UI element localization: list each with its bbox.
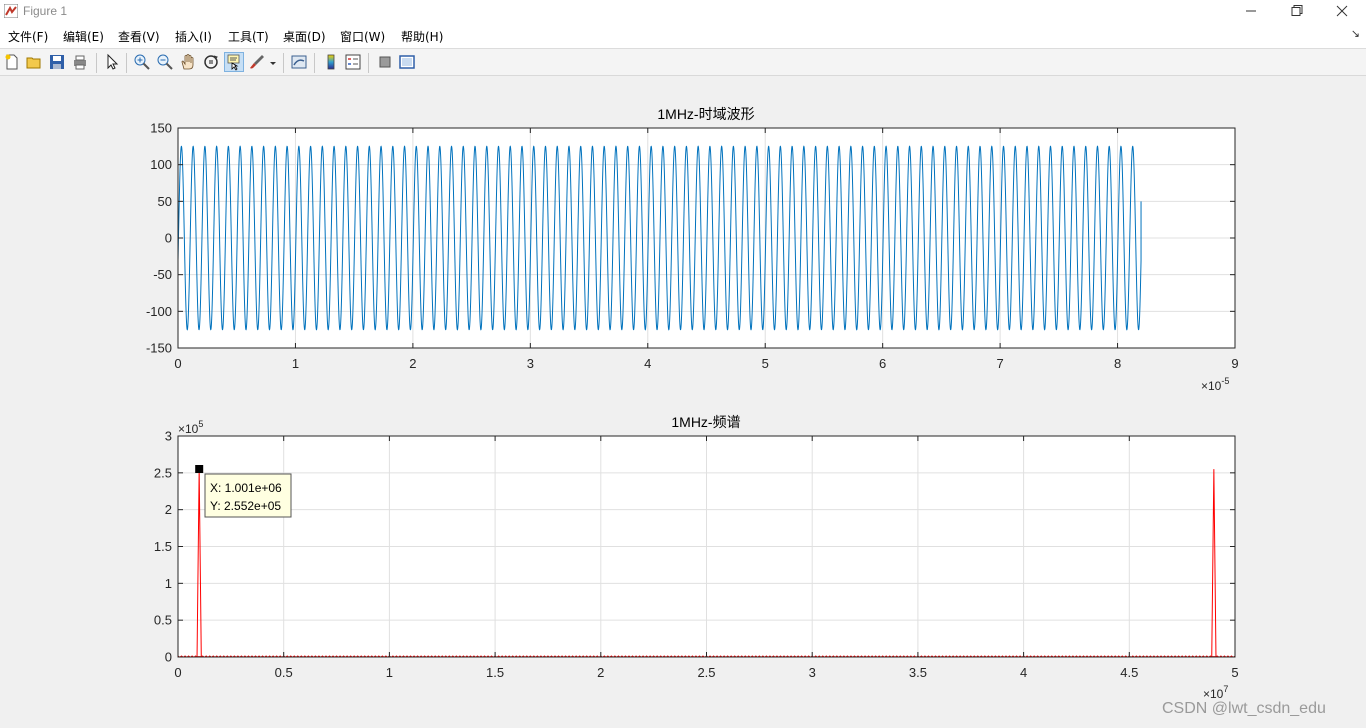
window-titlebar: Figure 1 <box>0 0 1366 24</box>
x-tick-label: 2 <box>597 665 604 680</box>
zoom-in-icon[interactable] <box>133 53 151 71</box>
save-icon[interactable] <box>48 53 66 71</box>
restore-icon <box>1291 5 1303 16</box>
colorbar-icon[interactable] <box>322 53 340 71</box>
menu-tools[interactable]: 工具(T) <box>228 28 269 45</box>
y-tick-label: 0.5 <box>154 613 172 628</box>
window-title: Figure 1 <box>23 4 68 18</box>
pan-hand-icon[interactable] <box>179 53 197 71</box>
toolbar-separator <box>96 53 97 73</box>
x-tick-label: 1 <box>386 665 393 680</box>
figure-toolbar <box>0 48 1366 76</box>
x-tick-label: 4.5 <box>1120 665 1138 680</box>
x-tick-label: 2 <box>409 356 416 371</box>
menu-overflow-arrow-icon[interactable]: ↘ <box>1351 27 1360 40</box>
x-tick-label: 6 <box>879 356 886 371</box>
menu-help[interactable]: 帮助(H) <box>401 28 443 45</box>
menu-view[interactable]: 查看(V) <box>118 28 160 45</box>
y-tick-label: 100 <box>150 157 172 172</box>
y-tick-label: -100 <box>146 304 172 319</box>
y-tick-label: 2.5 <box>154 465 172 480</box>
brush-dropdown-icon[interactable] <box>268 53 278 71</box>
y-tick-label: 0 <box>165 231 172 246</box>
x-tick-label: 3.5 <box>909 665 927 680</box>
y-tick-label: 1.5 <box>154 539 172 554</box>
x-tick-label: 5 <box>762 356 769 371</box>
new-figure-icon[interactable] <box>3 53 21 71</box>
print-icon[interactable] <box>71 53 89 71</box>
y-tick-label: -150 <box>146 341 172 356</box>
menu-insert[interactable]: 插入(I) <box>175 28 212 45</box>
pointer-icon[interactable] <box>103 53 121 71</box>
x-tick-label: 4 <box>644 356 651 371</box>
plot2-y-exponent: 5 <box>198 419 203 429</box>
matlab-app-icon <box>4 4 18 18</box>
open-file-icon[interactable] <box>25 53 43 71</box>
y-tick-label: 1 <box>165 576 172 591</box>
y-tick-label: 3 <box>165 429 172 444</box>
plot2-title: 1MHz-频谱 <box>671 414 740 430</box>
y-tick-label: 0 <box>165 650 172 665</box>
minimize-button[interactable] <box>1228 0 1274 24</box>
x-tick-label: 1 <box>292 356 299 371</box>
x-tick-label: 3 <box>809 665 816 680</box>
x-tick-label: 4 <box>1020 665 1027 680</box>
menu-bar: 文件(F) 编辑(E) 查看(V) 插入(I) 工具(T) 桌面(D) 窗口(W… <box>0 24 1366 48</box>
plot2-x-multiplier: ×107 <box>1203 684 1228 701</box>
datatip-x-label: X: 1.001e+06 <box>210 481 282 495</box>
y-tick-label: 2 <box>165 502 172 517</box>
menu-file[interactable]: 文件(F) <box>8 28 48 45</box>
x-tick-label: 2.5 <box>697 665 715 680</box>
x-tick-label: 1.5 <box>486 665 504 680</box>
y-tick-label: 150 <box>150 121 172 136</box>
time-domain-axes[interactable]: 0 1 2 3 4 5 6 7 8 9 150 100 50 0 -50 -100 -150 1MHz-时域波形… <box>146 106 1239 393</box>
close-icon <box>1336 5 1348 17</box>
y-tick-label: 50 <box>158 194 172 209</box>
menu-window[interactable]: 窗口(W) <box>340 28 385 45</box>
x-tick-label: 3 <box>527 356 534 371</box>
toolbar-separator <box>126 53 127 73</box>
brush-icon[interactable] <box>248 53 266 71</box>
y-tick-label: -50 <box>153 267 172 282</box>
x-tick-label: 0 <box>174 665 181 680</box>
spectrum-axes[interactable]: 0 0.5 1 1.5 2 2.5 3 3.5 4 4.5 5 3 2.5 2 1.5 1 0.5 0 1MHz-… <box>154 414 1239 701</box>
toolbar-separator <box>314 53 315 73</box>
minimize-icon <box>1246 10 1256 12</box>
datatip-marker[interactable] <box>195 465 204 473</box>
legend-icon[interactable] <box>344 53 362 71</box>
link-plot-icon[interactable] <box>290 53 308 71</box>
show-plot-tools-icon[interactable] <box>398 53 416 71</box>
figure-canvas: 0 1 2 3 4 5 6 7 8 9150100500-50-100-150 1MHz-时域波形… <box>146 106 1239 701</box>
menu-edit[interactable]: 编辑(E) <box>63 28 104 45</box>
hide-plot-tools-icon[interactable] <box>376 53 394 71</box>
toolbar-separator <box>368 53 369 73</box>
menu-desktop[interactable]: 桌面(D) <box>283 28 326 45</box>
rotate-3d-icon[interactable] <box>202 53 220 71</box>
datatip-y-label: Y: 2.552e+05 <box>210 499 281 513</box>
x-tick-label: 9 <box>1231 356 1238 371</box>
plot2-x-exponent: 7 <box>1223 684 1228 694</box>
zoom-out-icon[interactable] <box>156 53 174 71</box>
x-tick-label: 0 <box>174 356 181 371</box>
watermark-text: CSDN @lwt_csdn_edu <box>1162 700 1326 717</box>
toolbar-separator <box>283 53 284 73</box>
restore-button[interactable] <box>1274 0 1320 24</box>
data-cursor-icon[interactable] <box>224 52 244 72</box>
x-tick-label: 8 <box>1114 356 1121 371</box>
plot1-x-multiplier: ×10-5 <box>1201 376 1229 393</box>
x-tick-label: 5 <box>1231 665 1238 680</box>
close-button[interactable] <box>1320 0 1366 24</box>
plot2-y-multiplier: ×105 <box>178 419 203 436</box>
plot1-x-exponent: -5 <box>1221 376 1229 386</box>
plot1-title: 1MHz-时域波形 <box>657 106 754 122</box>
x-tick-label: 0.5 <box>275 665 293 680</box>
x-tick-label: 7 <box>996 356 1003 371</box>
